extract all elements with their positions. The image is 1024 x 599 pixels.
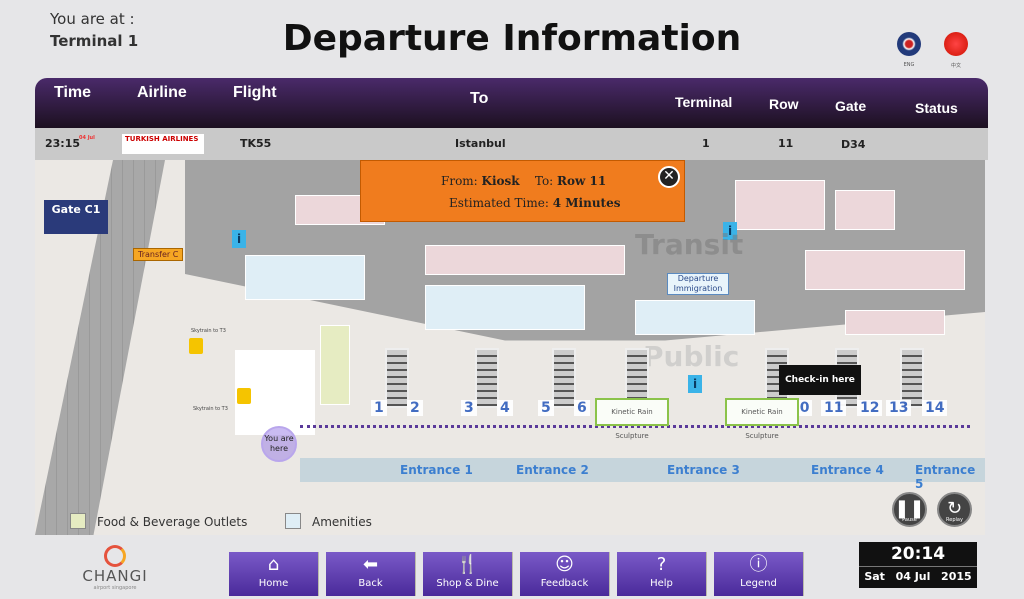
- transfer-c-label: Transfer C: [133, 248, 184, 261]
- clock: 20:14 Sat 04 Jul 2015: [859, 542, 977, 588]
- language-eng[interactable]: ENG: [894, 62, 924, 68]
- close-popup-button[interactable]: ✕: [658, 166, 680, 188]
- info-icon[interactable]: i: [688, 375, 702, 393]
- legend-swatch-amenities: [285, 513, 301, 529]
- nav-legend-button[interactable]: ⓘ Legend: [714, 552, 804, 596]
- nav-feedback-button[interactable]: ☺ Feedback: [520, 552, 610, 596]
- airline-logo: TURKISH AIRLINES: [122, 134, 204, 154]
- flight-gate: D34: [841, 138, 866, 151]
- home-icon: ⌂: [267, 554, 280, 575]
- back-arrow-icon: ⬅: [362, 554, 379, 575]
- clock-date: 04 Jul: [895, 570, 931, 583]
- nav-help-button[interactable]: ? Help: [617, 552, 707, 596]
- info-icon: ⓘ: [749, 554, 768, 575]
- clock-year: 2015: [941, 570, 972, 583]
- uk-flag-icon[interactable]: [897, 32, 921, 56]
- row-label-12[interactable]: 12: [857, 400, 883, 416]
- row-label-4[interactable]: 4: [497, 400, 513, 416]
- checkin-row-island: [552, 348, 576, 408]
- col-airline: Airline: [137, 84, 187, 101]
- smiley-icon: ☺: [555, 554, 574, 575]
- question-icon: ?: [656, 554, 667, 575]
- zone-public: Public: [643, 340, 740, 373]
- col-flight: Flight: [233, 84, 277, 101]
- checkin-row-island: [900, 348, 924, 408]
- gate-c1-label[interactable]: Gate C1: [44, 200, 108, 234]
- flight-row: 11: [778, 137, 794, 150]
- row-label-14[interactable]: 14: [922, 400, 948, 416]
- checkin-tooltip: Check-in here: [779, 365, 861, 395]
- kinetic-rain-label: Kinetic Rain Sculpture: [595, 398, 669, 440]
- china-flag-icon[interactable]: [944, 32, 968, 56]
- immigration-label: Departure Immigration: [667, 273, 729, 295]
- col-to: To: [470, 90, 489, 107]
- zone-transit: Transit: [635, 228, 744, 261]
- col-row: Row: [769, 96, 799, 112]
- skytrain-label: Skytrain to T3: [191, 328, 226, 334]
- flight-number: TK55: [240, 137, 272, 150]
- nav-home-button[interactable]: ⌂ Home: [229, 552, 319, 596]
- legend-swatch-food: [70, 513, 86, 529]
- skytrain-icon: [237, 388, 251, 404]
- shop-dine-icon: 🍴: [456, 554, 479, 575]
- col-terminal: Terminal: [675, 94, 733, 110]
- row-label-5[interactable]: 5: [538, 400, 554, 416]
- nav-shop-dine-button[interactable]: 🍴 Shop & Dine: [423, 552, 513, 596]
- col-gate: Gate: [835, 98, 867, 114]
- flight-date: 04 Jul: [79, 135, 95, 141]
- entrance-4: Entrance 4: [811, 463, 884, 477]
- entrance-2: Entrance 2: [516, 463, 589, 477]
- row-label-11[interactable]: 11: [821, 400, 847, 416]
- kinetic-rain-label: Kinetic Rain Sculpture: [725, 398, 799, 440]
- col-status: Status: [915, 100, 958, 116]
- col-time: Time: [54, 84, 92, 101]
- row-label-2[interactable]: 2: [407, 400, 423, 416]
- nav-back-button[interactable]: ⬅ Back: [326, 552, 416, 596]
- changi-logo: CHANGI airport singapore: [60, 545, 170, 591]
- route-from: Kiosk: [481, 174, 520, 188]
- entrance-5: Entrance 5: [915, 463, 976, 491]
- row-label-6[interactable]: 6: [574, 400, 590, 416]
- checkin-row-island: [385, 348, 409, 408]
- clock-time: 20:14: [890, 544, 946, 564]
- flight-terminal: 1: [702, 137, 710, 150]
- replay-button[interactable]: ↻ Replay: [937, 492, 972, 527]
- table-row[interactable]: 23:15 04 Jul TURKISH AIRLINES TK55 Istan…: [35, 128, 988, 160]
- legend-food: Food & Beverage Outlets: [97, 515, 248, 529]
- language-chinese[interactable]: 中文: [941, 62, 971, 69]
- flight-destination: Istanbul: [455, 137, 506, 150]
- page-title: Departure Information: [282, 18, 742, 59]
- flight-time: 23:15: [45, 137, 81, 150]
- legend-amenities: Amenities: [312, 515, 372, 529]
- entrance-1: Entrance 1: [400, 463, 473, 477]
- row-label-1[interactable]: 1: [371, 400, 387, 416]
- row-label-13[interactable]: 13: [886, 400, 912, 416]
- table-header: Time Airline Flight To Terminal Row Gate…: [35, 78, 988, 128]
- pause-button[interactable]: ❚❚ Pause: [892, 492, 927, 527]
- entrance-3: Entrance 3: [667, 463, 740, 477]
- route-popup: From: Kiosk To: Row 11 Estimated Time: 4…: [360, 160, 685, 222]
- skytrain-icon: [189, 338, 203, 354]
- row-label-3[interactable]: 3: [461, 400, 477, 416]
- checkin-row-island: [475, 348, 499, 408]
- clock-day: Sat: [864, 570, 885, 583]
- route-eta: 4 Minutes: [552, 196, 621, 210]
- route-to: Row 11: [557, 174, 607, 188]
- info-icon[interactable]: i: [232, 230, 246, 248]
- skytrain-label: Skytrain to T3: [193, 406, 228, 412]
- you-are-here-marker: You are here: [261, 426, 297, 462]
